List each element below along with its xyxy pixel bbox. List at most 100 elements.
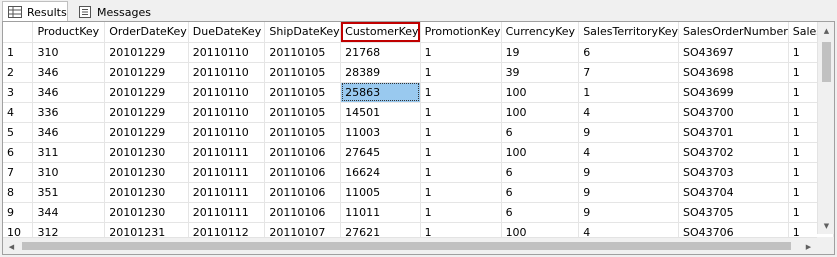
table-cell[interactable]: 351 (32, 182, 106, 203)
table-cell[interactable]: 20110106 (264, 162, 342, 183)
row-number-cell[interactable]: 2 (3, 62, 34, 83)
table-cell[interactable]: 20110105 (264, 82, 342, 103)
table-row[interactable]: 3 346 20101229 20110110 20110105 25863 1 100 1 SO… (3, 82, 834, 103)
table-cell[interactable]: 6 (501, 162, 580, 183)
table-cell[interactable]: 1 (420, 202, 502, 223)
column-header[interactable]: SalesTerritoryKey (578, 22, 680, 43)
table-cell[interactable]: 20101229 (104, 42, 189, 63)
table-cell[interactable]: 4 (578, 102, 680, 123)
table-cell[interactable]: SO43704 (678, 182, 789, 203)
table-cell[interactable]: 11011 (340, 202, 421, 223)
table-cell[interactable]: 20110110 (188, 122, 266, 143)
row-number-cell[interactable]: 6 (3, 142, 34, 163)
table-cell[interactable]: SO43701 (678, 122, 789, 143)
table-cell[interactable]: 1 (420, 122, 502, 143)
table-cell[interactable]: 1 (420, 62, 502, 83)
table-cell[interactable]: 344 (32, 202, 106, 223)
table-cell[interactable]: 20110110 (188, 82, 266, 103)
table-cell[interactable]: 20110106 (264, 142, 342, 163)
table-cell[interactable]: 9 (578, 122, 680, 143)
table-cell[interactable]: 20101229 (104, 82, 189, 103)
table-cell[interactable]: 16624 (340, 162, 421, 183)
table-cell[interactable]: 20110110 (188, 62, 266, 83)
table-cell[interactable]: 20101230 (104, 182, 189, 203)
table-cell[interactable]: 1 (420, 102, 502, 123)
vertical-scrollbar[interactable]: ▲ ▼ (817, 22, 834, 234)
table-cell[interactable]: 311 (32, 142, 106, 163)
table-cell[interactable]: 20110105 (264, 62, 342, 83)
table-cell[interactable]: 20110110 (188, 102, 266, 123)
scroll-up-icon[interactable]: ▲ (818, 22, 834, 39)
table-cell[interactable]: SO43705 (678, 202, 789, 223)
table-cell[interactable]: 346 (32, 122, 106, 143)
tab-messages[interactable]: Messages (73, 2, 151, 22)
table-cell[interactable]: 20101229 (104, 122, 189, 143)
table-cell[interactable]: 346 (32, 62, 106, 83)
table-cell[interactable]: 9 (578, 202, 680, 223)
table-cell[interactable]: 27645 (340, 142, 421, 163)
row-number-cell[interactable]: 7 (3, 162, 34, 183)
table-cell[interactable]: 9 (578, 182, 680, 203)
table-cell[interactable]: 19 (501, 42, 580, 63)
table-cell[interactable]: 20110111 (188, 162, 266, 183)
table-cell[interactable]: 20110111 (188, 202, 266, 223)
row-number-header[interactable] (3, 22, 34, 43)
table-cell[interactable]: 100 (501, 142, 580, 163)
table-cell[interactable]: 28389 (340, 62, 421, 83)
row-number-cell[interactable]: 4 (3, 102, 34, 123)
column-header[interactable]: CustomerKey (340, 22, 421, 43)
table-cell[interactable]: 14501 (340, 102, 421, 123)
row-number-cell[interactable]: 1 (3, 42, 34, 63)
table-cell[interactable]: 1 (420, 162, 502, 183)
table-cell[interactable]: 4 (578, 142, 680, 163)
table-cell[interactable]: 310 (32, 42, 106, 63)
table-cell[interactable]: 9 (578, 162, 680, 183)
table-cell[interactable]: 6 (501, 202, 580, 223)
scroll-right-icon[interactable]: ▶ (800, 238, 817, 254)
table-cell[interactable]: 20101229 (104, 62, 189, 83)
table-row[interactable]: 5 346 20101229 20110110 20110105 11003 1 6 9 SO43… (3, 122, 834, 143)
column-header[interactable]: CurrencyKey (501, 22, 580, 43)
table-cell[interactable]: 6 (578, 42, 680, 63)
table-cell[interactable]: 310 (32, 162, 106, 183)
table-cell[interactable]: 20110111 (188, 182, 266, 203)
table-cell[interactable]: 100 (501, 102, 580, 123)
table-cell[interactable]: 336 (32, 102, 106, 123)
column-header[interactable]: ShipDateKey (264, 22, 342, 43)
table-cell[interactable]: 20110106 (264, 182, 342, 203)
table-cell[interactable]: 20110110 (188, 42, 266, 63)
scroll-down-icon[interactable]: ▼ (818, 217, 834, 234)
column-header[interactable]: DueDateKey (188, 22, 266, 43)
row-number-cell[interactable]: 5 (3, 122, 34, 143)
table-cell[interactable]: 20110105 (264, 102, 342, 123)
table-row[interactable]: 6 311 20101230 20110111 20110106 27645 1 100 4 SO… (3, 142, 834, 163)
table-cell[interactable]: SO43698 (678, 62, 789, 83)
table-cell[interactable]: 7 (578, 62, 680, 83)
horizontal-scrollbar[interactable]: ◀ ▶ (3, 237, 817, 254)
table-cell[interactable]: 20101230 (104, 142, 189, 163)
table-row[interactable]: 9 344 20101230 20110111 20110106 11011 1 6 9 SO43… (3, 202, 834, 223)
column-header[interactable]: OrderDateKey (104, 22, 189, 43)
table-cell[interactable]: SO43700 (678, 102, 789, 123)
row-number-cell[interactable]: 9 (3, 202, 34, 223)
table-cell[interactable]: 1 (420, 42, 502, 63)
table-cell[interactable]: 20101229 (104, 102, 189, 123)
table-cell[interactable]: 11005 (340, 182, 421, 203)
table-cell[interactable]: SO43702 (678, 142, 789, 163)
table-cell[interactable]: 20101230 (104, 162, 189, 183)
table-cell[interactable]: SO43703 (678, 162, 789, 183)
table-cell[interactable]: 1 (420, 182, 502, 203)
table-cell[interactable]: 20110106 (264, 202, 342, 223)
table-row[interactable]: 2 346 20101229 20110110 20110105 28389 1 39 7 SO4… (3, 62, 834, 83)
tab-results[interactable]: Results (2, 1, 68, 22)
scroll-left-icon[interactable]: ◀ (3, 238, 20, 254)
table-cell[interactable]: 6 (501, 182, 580, 203)
table-row[interactable]: 4 336 20101229 20110110 20110105 14501 1 100 4 SO… (3, 102, 834, 123)
table-cell[interactable]: 1 (420, 142, 502, 163)
table-cell[interactable]: 20101230 (104, 202, 189, 223)
column-header[interactable]: SalesOrderNumber (678, 22, 789, 43)
table-cell[interactable]: 6 (501, 122, 580, 143)
table-cell[interactable]: 21768 (340, 42, 421, 63)
table-cell[interactable]: 1 (578, 82, 680, 103)
table-cell[interactable]: 1 (420, 82, 502, 103)
